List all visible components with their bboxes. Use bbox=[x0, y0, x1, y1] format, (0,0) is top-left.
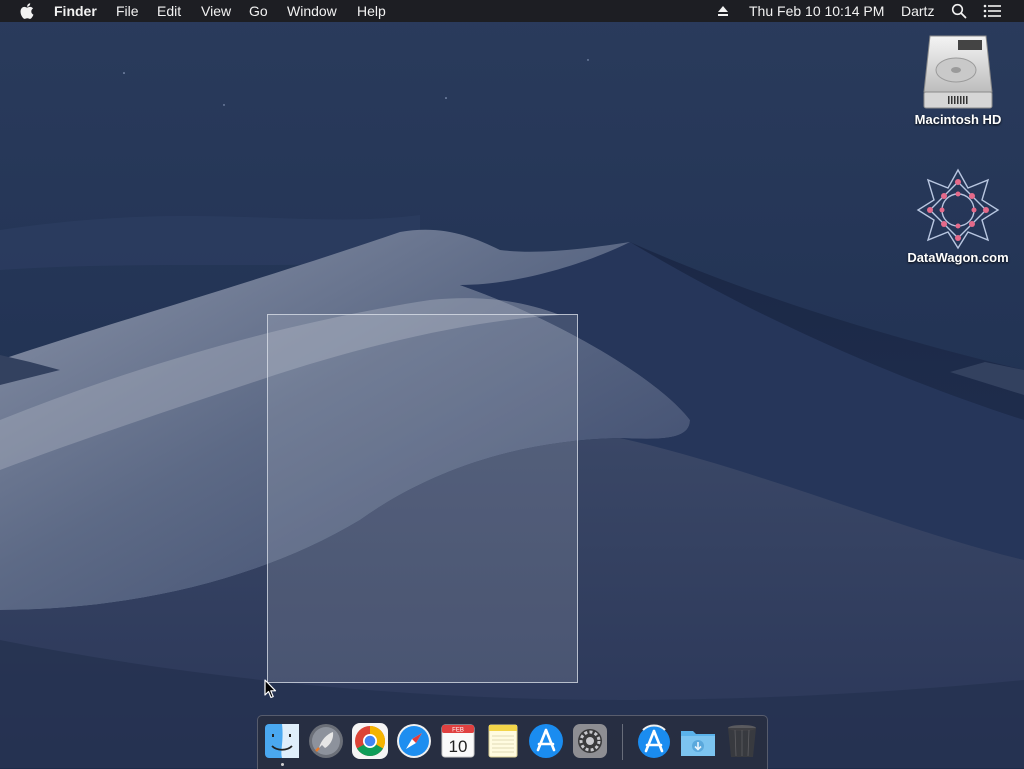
downloads-folder-icon bbox=[681, 731, 715, 756]
dock-divider bbox=[622, 724, 623, 760]
menu-clock[interactable]: Thu Feb 10 10:14 PM bbox=[749, 0, 884, 22]
running-indicator bbox=[281, 763, 284, 766]
desktop-icon-macintosh-hd[interactable]: Macintosh HD bbox=[903, 30, 1013, 127]
hard-drive-icon bbox=[923, 35, 993, 109]
applications-stack-icon bbox=[638, 724, 670, 758]
notification-center-button[interactable] bbox=[983, 0, 1001, 22]
spotlight-button[interactable] bbox=[951, 0, 967, 22]
dock: FEB 10 bbox=[257, 715, 768, 769]
chrome-icon bbox=[352, 723, 388, 759]
desktop-icon-datawagon[interactable]: DataWagon.com bbox=[903, 168, 1013, 265]
selection-rectangle bbox=[267, 314, 578, 683]
menu-bar: Finder File Edit View Go Window Help Thu… bbox=[0, 0, 1024, 22]
dock-item-safari[interactable] bbox=[395, 722, 433, 760]
desktop-icon-label: Macintosh HD bbox=[914, 112, 1002, 127]
notes-icon bbox=[488, 724, 518, 758]
apple-icon bbox=[20, 3, 34, 19]
system-preferences-icon bbox=[573, 724, 607, 758]
menu-window[interactable]: Window bbox=[287, 0, 337, 22]
dock-item-system-preferences[interactable] bbox=[571, 722, 609, 760]
desktop-icon-label: DataWagon.com bbox=[907, 250, 1009, 265]
dock-item-app-store[interactable] bbox=[527, 722, 565, 760]
dock-item-trash[interactable] bbox=[723, 722, 761, 760]
menu-go[interactable]: Go bbox=[249, 0, 268, 22]
menu-user[interactable]: Dartz bbox=[901, 0, 934, 22]
calendar-month: FEB bbox=[452, 728, 464, 734]
spotlight-search-icon bbox=[951, 3, 967, 19]
trash-icon bbox=[728, 725, 756, 757]
mouse-pointer-icon bbox=[264, 679, 277, 699]
launchpad-icon bbox=[309, 724, 343, 758]
dock-item-applications[interactable] bbox=[635, 722, 673, 760]
dock-item-downloads[interactable] bbox=[679, 722, 717, 760]
safari-icon bbox=[397, 724, 431, 758]
calendar-day: 10 bbox=[449, 737, 468, 756]
menu-view[interactable]: View bbox=[201, 0, 231, 22]
apple-menu[interactable] bbox=[20, 0, 34, 22]
dock-item-finder[interactable] bbox=[263, 722, 301, 760]
notification-center-icon bbox=[983, 4, 1001, 18]
menu-app-name[interactable]: Finder bbox=[54, 0, 97, 22]
finder-icon bbox=[265, 724, 299, 758]
dock-item-notes[interactable] bbox=[483, 722, 521, 760]
eject-button[interactable] bbox=[716, 0, 730, 22]
eject-icon bbox=[718, 6, 728, 16]
app-store-icon bbox=[529, 724, 563, 758]
dock-item-launchpad[interactable] bbox=[307, 722, 345, 760]
dock-item-chrome[interactable] bbox=[351, 722, 389, 760]
desktop[interactable]: Finder File Edit View Go Window Help Thu… bbox=[0, 0, 1024, 769]
menu-edit[interactable]: Edit bbox=[157, 0, 181, 22]
menu-help[interactable]: Help bbox=[357, 0, 386, 22]
dock-item-calendar[interactable]: FEB 10 bbox=[439, 722, 477, 760]
menu-file[interactable]: File bbox=[116, 0, 139, 22]
datawagon-logo-icon bbox=[916, 168, 1000, 250]
calendar-icon: FEB 10 bbox=[441, 724, 475, 758]
